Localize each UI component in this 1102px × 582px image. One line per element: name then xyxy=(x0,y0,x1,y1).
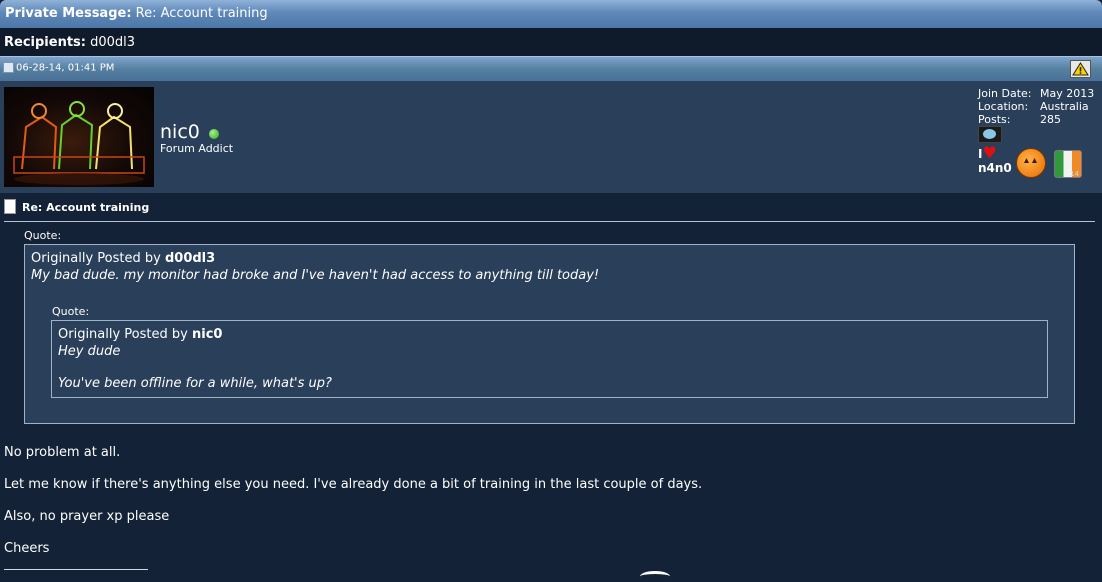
username-link[interactable]: nic0 xyxy=(160,121,200,143)
report-post-button[interactable] xyxy=(1070,60,1091,78)
outer-quote-label: Quote: xyxy=(24,229,62,242)
join-date-value: May 2013 xyxy=(1040,87,1095,100)
body-paragraph: No problem at all. xyxy=(4,445,121,460)
inner-quote-label: Quote: xyxy=(52,305,90,318)
outer-quote-header: Originally Posted by d00dl3 xyxy=(31,251,215,266)
join-date-label: Join Date: xyxy=(978,87,1032,100)
location-label: Location: xyxy=(978,100,1029,113)
posts-label: Posts: xyxy=(978,113,1011,126)
signature-divider xyxy=(4,569,148,570)
title-divider xyxy=(4,221,1095,222)
post-date: 06-28-14, 01:41 PM xyxy=(16,62,115,74)
user-info-bar: nic0 Forum Addict Join Date: May 2013 Loc… xyxy=(0,81,1102,193)
recipients-colon: : xyxy=(80,35,86,50)
outer-quote-message: My bad dude. my monitor had broke and I'… xyxy=(31,268,600,283)
body-paragraph: Also, no prayer xp please xyxy=(4,509,170,524)
inner-quote-author[interactable]: nic0 xyxy=(192,327,222,342)
titlebar-colon: : xyxy=(126,6,132,21)
post-date-bar: 06-28-14, 01:41 PM xyxy=(0,56,1102,81)
game-badge-icon[interactable] xyxy=(978,126,1002,143)
outer-quote-author[interactable]: d00dl3 xyxy=(165,251,215,266)
inner-quote-prefix: Originally Posted by xyxy=(58,327,188,342)
user-badges: I♥ n4n0 14 xyxy=(976,126,1096,186)
inner-quote-header: Originally Posted by nic0 xyxy=(58,327,222,342)
post-content: Re: Account training Quote: Originally P… xyxy=(0,193,1102,578)
body-paragraph: Let me know if there's anything else you… xyxy=(4,477,703,492)
flag-badge-number: 14 xyxy=(1070,170,1079,178)
titlebar-subject: Re: Account training xyxy=(135,6,268,21)
outer-quote-box: Originally Posted by d00dl3 My bad dude.… xyxy=(24,244,1075,424)
user-title: Forum Addict xyxy=(160,142,234,155)
inner-quote-line-1: Hey dude xyxy=(58,344,121,359)
posts-value: 285 xyxy=(1040,113,1061,126)
recipients-label: Recipients xyxy=(4,35,81,50)
heart-icon: ♥ xyxy=(982,143,997,162)
user-avatar[interactable] xyxy=(4,87,154,187)
heart-badge-icon[interactable]: I♥ n4n0 xyxy=(978,143,1012,182)
titlebar-label: Private Message xyxy=(5,6,127,21)
recipients-value[interactable]: d00dl3 xyxy=(90,35,135,50)
post-title: Re: Account training xyxy=(4,199,149,214)
signature-image-fragment xyxy=(640,571,670,582)
warning-icon xyxy=(1072,62,1089,76)
post-title-text: Re: Account training xyxy=(22,201,150,214)
document-icon xyxy=(4,199,16,214)
body-paragraph: Cheers xyxy=(4,541,50,556)
heart-badge-text-bottom: n4n0 xyxy=(978,161,1012,175)
window-titlebar: Private Message: Re: Account training xyxy=(0,0,1102,28)
inner-quote-box: Originally Posted by nic0 Hey dude You'v… xyxy=(51,320,1048,398)
online-status-icon xyxy=(209,129,219,139)
inner-quote-line-2: You've been offline for a while, what's … xyxy=(58,376,332,391)
user-stats: Join Date: May 2013 Location: Australia Po… xyxy=(978,87,1094,126)
avatar-light-figures-image xyxy=(13,101,145,185)
location-value: Australia xyxy=(1040,100,1089,113)
outer-quote-prefix: Originally Posted by xyxy=(31,251,161,266)
post-status-icon xyxy=(3,62,14,73)
pumpkin-badge-icon[interactable] xyxy=(1016,148,1046,178)
recipients-row: Recipients: d00dl3 xyxy=(0,28,1102,56)
